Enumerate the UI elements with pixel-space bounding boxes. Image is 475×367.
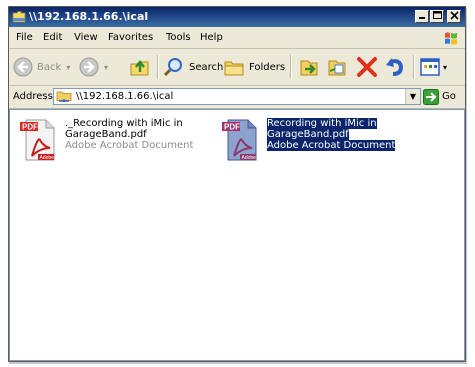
go-button[interactable]: Go: [423, 88, 456, 105]
file-type: Adobe Acrobat Document: [267, 140, 396, 151]
address-bar: Address \\192.168.1.66.\ical ▼ Go: [9, 86, 465, 109]
maximize-icon: [432, 11, 442, 19]
move-to-icon: [300, 60, 318, 76]
menu-view[interactable]: View: [74, 32, 98, 43]
copy-to-icon: [328, 60, 346, 76]
toolbar-separator: [157, 55, 159, 79]
views-dropdown-icon[interactable]: ▾: [443, 63, 447, 72]
address-label: Address: [13, 91, 53, 102]
title-bar[interactable]: \\192.168.1.66.\ical: [9, 7, 465, 27]
toolbar: Back ▾ ▾ Search Folders ▾: [9, 49, 465, 86]
file-name-line: Recording with iMic in: [267, 118, 377, 129]
back-icon: [13, 57, 33, 77]
search-button[interactable]: Search: [163, 55, 223, 79]
explorer-window: \\192.168.1.66.\ical File Edit View Favo…: [9, 7, 465, 361]
go-label: Go: [442, 91, 456, 102]
svg-text:PDF: PDF: [22, 123, 38, 132]
toolbar-separator: [290, 55, 292, 79]
svg-text:Adobe: Adobe: [40, 155, 55, 161]
minimize-button[interactable]: [415, 10, 429, 23]
menu-favorites[interactable]: Favorites: [108, 32, 153, 43]
address-value: \\192.168.1.66.\ical: [76, 91, 174, 102]
back-dropdown-icon[interactable]: ▾: [66, 63, 70, 72]
copy-to-button[interactable]: [326, 55, 348, 79]
undo-button[interactable]: [384, 55, 406, 79]
pdf-document-icon: PDF Adobe: [222, 119, 257, 161]
forward-icon: [79, 57, 99, 77]
back-button[interactable]: Back ▾: [13, 55, 70, 79]
search-icon: [163, 58, 182, 77]
go-arrow-icon: [423, 88, 439, 105]
folders-label: Folders: [249, 61, 286, 73]
file-name-line: ._Recording with iMic in: [65, 118, 183, 129]
svg-text:Adobe: Adobe: [242, 155, 257, 161]
pdf-document-icon: PDF Adobe: [20, 119, 55, 161]
file-name: Recording with iMic in GarageBand.pdf: [267, 118, 407, 140]
close-button[interactable]: [447, 10, 461, 23]
views-icon: [420, 58, 440, 76]
menu-help[interactable]: Help: [200, 32, 223, 43]
menu-bar: File Edit View Favorites Tools Help: [9, 28, 465, 49]
forward-dropdown-icon[interactable]: ▾: [104, 63, 108, 72]
address-dropdown-button[interactable]: ▼: [405, 89, 420, 104]
close-icon: [449, 11, 459, 20]
file-name-line: GarageBand.pdf: [267, 129, 349, 140]
minimize-icon: [419, 17, 425, 19]
menu-edit[interactable]: Edit: [43, 32, 62, 43]
delete-icon: [357, 57, 377, 77]
delete-button[interactable]: [356, 55, 378, 79]
window-title: \\192.168.1.66.\ical: [29, 10, 149, 23]
up-button[interactable]: [129, 55, 151, 79]
menu-file[interactable]: File: [16, 32, 33, 43]
network-folder-icon: [56, 91, 72, 102]
file-name-line: GarageBand.pdf: [65, 129, 147, 140]
back-label: Back: [37, 61, 62, 73]
windows-logo-icon: [445, 32, 457, 45]
toolbar-separator: [413, 55, 415, 79]
folders-button[interactable]: Folders: [223, 55, 285, 79]
maximize-button[interactable]: [430, 10, 444, 23]
menu-tools[interactable]: Tools: [166, 32, 191, 43]
file-type: Adobe Acrobat Document: [65, 140, 194, 151]
undo-icon: [386, 58, 404, 76]
move-to-button[interactable]: [298, 55, 320, 79]
address-input[interactable]: \\192.168.1.66.\ical ▼: [53, 88, 421, 105]
chevron-down-icon: ▼: [409, 92, 417, 101]
folder-icon: [12, 11, 26, 23]
up-folder-icon: [130, 60, 149, 76]
file-name: ._Recording with iMic in GarageBand.pdf: [65, 118, 205, 140]
forward-button[interactable]: ▾: [79, 55, 108, 79]
svg-text:PDF: PDF: [224, 123, 240, 132]
folders-icon: [224, 61, 244, 76]
search-label: Search: [189, 61, 224, 73]
views-button[interactable]: ▾: [419, 55, 447, 79]
file-list[interactable]: PDF Adobe ._Recording with iMic in Garag…: [9, 109, 465, 361]
